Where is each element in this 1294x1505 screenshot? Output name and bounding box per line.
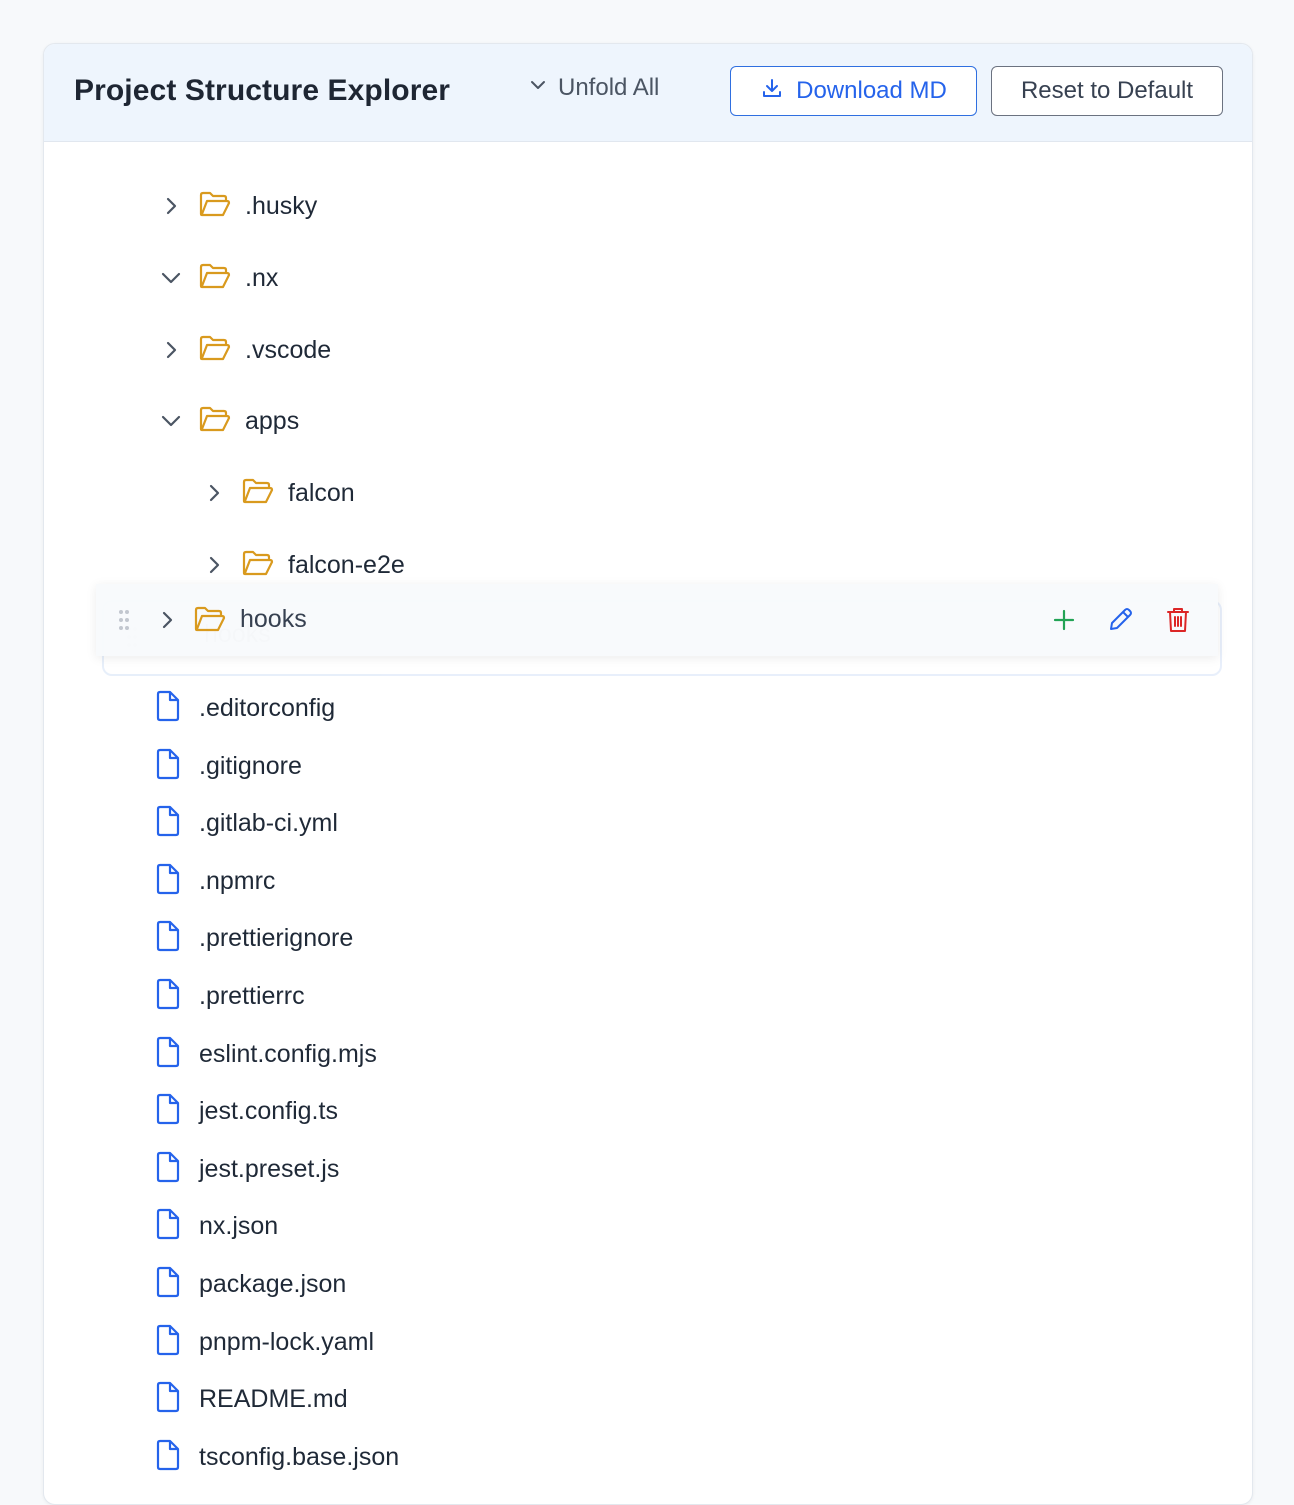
- chevron-down-icon[interactable]: [160, 267, 182, 289]
- file-icon: [155, 1093, 181, 1130]
- chevron-right-icon[interactable]: [203, 554, 225, 576]
- file-icon: [155, 1036, 181, 1073]
- chevron-down-icon[interactable]: [160, 410, 182, 432]
- folder-name: hooks: [240, 605, 307, 633]
- file-name: README.md: [199, 1384, 348, 1413]
- file-icon: [155, 1439, 181, 1476]
- file-name: jest.config.ts: [199, 1096, 338, 1125]
- file-icon: [155, 1324, 181, 1361]
- page-title: Project Structure Explorer: [74, 74, 451, 107]
- file-row[interactable]: README.md: [155, 1379, 348, 1419]
- unfold-all-label: Unfold All: [558, 74, 660, 101]
- folder-open-icon: [194, 605, 226, 638]
- file-row[interactable]: pnpm-lock.yaml: [155, 1322, 374, 1362]
- drag-handle-icon[interactable]: [118, 609, 130, 636]
- file-name: .prettierrc: [199, 981, 305, 1010]
- file-icon: [155, 690, 181, 727]
- file-row[interactable]: .gitignore: [155, 746, 302, 786]
- file-row[interactable]: nx.json: [155, 1206, 278, 1246]
- file-name: .editorconfig: [199, 693, 336, 722]
- folder-open-icon: [242, 477, 274, 510]
- explorer-header: Project Structure Explorer Unfold All Do…: [44, 44, 1252, 142]
- file-name: .gitlab-ci.yml: [199, 808, 338, 837]
- file-row[interactable]: .gitlab-ci.yml: [155, 803, 338, 843]
- file-name: .prettierignore: [199, 923, 354, 952]
- chevron-right-icon[interactable]: [160, 195, 182, 217]
- folder-name: apps: [245, 406, 300, 435]
- tree-folder-apps[interactable]: apps: [160, 401, 299, 441]
- file-icon: [155, 1208, 181, 1245]
- file-name: jest.preset.js: [199, 1154, 340, 1183]
- folder-name: falcon: [288, 478, 355, 507]
- file-name: .gitignore: [199, 751, 302, 780]
- download-md-label: Download MD: [796, 77, 947, 104]
- trash-icon[interactable]: [1164, 606, 1192, 634]
- file-name: .npmrc: [199, 866, 276, 895]
- reset-default-button[interactable]: Reset to Default: [991, 66, 1223, 116]
- file-name: package.json: [199, 1269, 347, 1298]
- file-icon: [155, 978, 181, 1015]
- file-row[interactable]: eslint.config.mjs: [155, 1034, 377, 1074]
- file-row[interactable]: jest.preset.js: [155, 1149, 339, 1189]
- file-name: nx.json: [199, 1211, 279, 1240]
- folder-open-icon: [199, 190, 231, 223]
- download-md-button[interactable]: Download MD: [730, 66, 977, 116]
- folder-name: .husky: [245, 191, 318, 220]
- download-icon: [760, 76, 784, 107]
- plus-icon[interactable]: [1050, 606, 1078, 634]
- file-name: pnpm-lock.yaml: [199, 1327, 375, 1356]
- file-icon: [155, 748, 181, 785]
- file-name: tsconfig.base.json: [199, 1442, 400, 1471]
- chevron-down-icon: [528, 74, 548, 102]
- pencil-icon[interactable]: [1106, 606, 1134, 634]
- folder-name: .nx: [245, 263, 279, 292]
- file-icon: [155, 1266, 181, 1303]
- tree-folder-falcon[interactable]: falcon: [203, 473, 355, 513]
- file-row[interactable]: .prettierrc: [155, 976, 305, 1016]
- reset-default-label: Reset to Default: [1020, 77, 1194, 104]
- folder-open-icon: [199, 405, 231, 438]
- file-row[interactable]: jest.config.ts: [155, 1091, 338, 1131]
- file-row[interactable]: .prettierignore: [155, 918, 353, 958]
- chevron-right-icon[interactable]: [160, 339, 182, 361]
- folder-open-icon: [242, 549, 274, 582]
- file-icon: [155, 1381, 181, 1418]
- file-icon: [155, 920, 181, 957]
- dragged-folder-row[interactable]: hooks: [96, 584, 1218, 656]
- unfold-all-button[interactable]: Unfold All: [528, 74, 659, 102]
- file-row[interactable]: .editorconfig: [155, 688, 335, 728]
- chevron-right-icon[interactable]: [203, 482, 225, 504]
- folder-name: .vscode: [245, 335, 332, 364]
- tree-folder-nx[interactable]: .nx: [160, 258, 278, 298]
- chevron-right-icon[interactable]: [156, 609, 178, 631]
- folder-open-icon: [199, 262, 231, 295]
- folder-open-icon: [199, 334, 231, 367]
- tree-folder-husky[interactable]: .husky: [160, 186, 317, 226]
- file-icon: [155, 1151, 181, 1188]
- file-row[interactable]: tsconfig.base.json: [155, 1437, 399, 1477]
- file-row[interactable]: .npmrc: [155, 861, 275, 901]
- tree-folder-falcon-e2e[interactable]: falcon-e2e: [203, 545, 405, 585]
- file-icon: [155, 805, 181, 842]
- file-name: eslint.config.mjs: [199, 1039, 377, 1068]
- file-row[interactable]: package.json: [155, 1264, 346, 1304]
- file-icon: [155, 863, 181, 900]
- folder-name: falcon-e2e: [288, 550, 405, 579]
- tree-folder-vscode[interactable]: .vscode: [160, 330, 331, 370]
